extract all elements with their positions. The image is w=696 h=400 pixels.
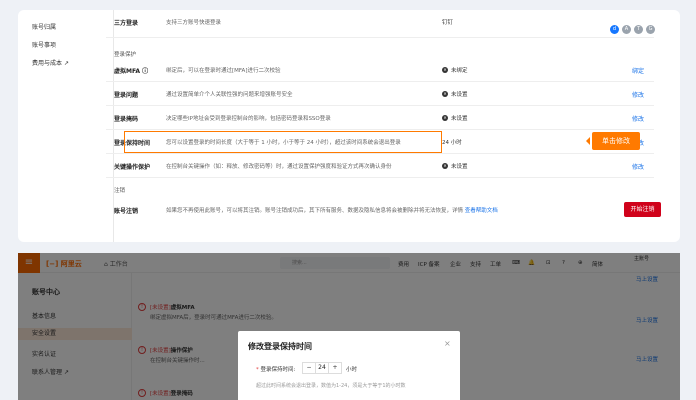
required-mark: * [256, 367, 259, 373]
help-doc-link[interactable]: 查看帮助文档 [465, 208, 498, 214]
section-login-protect: 登录保护 [114, 52, 137, 58]
section-logout: 注销 [114, 188, 126, 194]
left-nav: 账号归属 账号事项 费用与成本 ↗ [18, 10, 114, 242]
close-icon[interactable]: × [444, 339, 451, 348]
plus-icon[interactable]: + [329, 363, 341, 373]
login-question-edit-link[interactable]: 修改 [632, 90, 644, 99]
modal-title: 修改登录保持时间 [248, 342, 312, 351]
edit-login-time-modal: 修改登录保持时间 × * 登录保持时间: − 24 + 小时 超过此时间系统会退… [238, 331, 460, 400]
help-icon[interactable]: ⓘ [142, 68, 148, 75]
key-op-protect-status-text: 未设置 [451, 164, 468, 170]
dingtalk-icon[interactable]: d [610, 25, 619, 34]
nav-item-account-matters[interactable]: 账号事项 [32, 40, 56, 49]
login-mask-edit-link[interactable]: 修改 [632, 114, 644, 123]
nav-item-cost[interactable]: 费用与成本 ↗ [32, 58, 69, 67]
login-mask-status: ✕ 未设置 [442, 114, 468, 122]
minus-icon[interactable]: − [303, 363, 315, 373]
hours-unit: 小时 [346, 367, 358, 373]
login-question-label: 登录问题 [114, 92, 139, 99]
login-mask-desc: 决定哪些IP地址会受到登录控制台的影响，包括密码登录和SSO登录 [166, 116, 331, 122]
mfa-status: ✕ 未绑定 [442, 66, 468, 74]
account-cancel-desc: 如果您不再使用此账号，可以将其注销。账号注销成功后，其下所有服务、数据及隐私信息… [166, 206, 498, 214]
mfa-desc: 绑定后，可以在登录时通过[MFA]进行二次校验 [166, 68, 281, 74]
mfa-label: 虚拟MFA ⓘ [114, 66, 148, 75]
login-question-status-text: 未设置 [451, 92, 468, 98]
login-mask-status-text: 未设置 [451, 116, 468, 122]
login-question-desc: 通过设置简单介个人关联性强的问题来增强账号安全 [166, 92, 293, 98]
account-cancel-row: 账号注销 如果您不再使用此账号，可以将其注销。账号注销成功后，其下所有服务、数据… [106, 198, 654, 222]
key-op-protect-row: 关键操作保护 在控制台关键操作（如：释放、修改密码等）时，通过设置保护强度和验证… [106, 154, 654, 178]
hours-value[interactable]: 24 [315, 363, 329, 373]
start-cancel-button[interactable]: 开始注销 [624, 202, 661, 217]
third-party-icon-3[interactable]: T [634, 25, 643, 34]
key-op-protect-edit-link[interactable]: 修改 [632, 162, 644, 171]
field-hint: 超过此时间系统会退出登录，数值为1-24，须是大于等于1的小时数 [256, 383, 406, 389]
key-op-protect-desc: 在控制台关键操作（如：释放、修改密码等）时，通过设置保护强度和验证方式再次确认身… [166, 164, 392, 170]
mfa-bind-link[interactable]: 绑定 [632, 66, 644, 75]
third-party-icon-4[interactable]: G [646, 25, 655, 34]
mfa-status-text: 未绑定 [451, 68, 468, 74]
login-question-status: ✕ 未设置 [442, 90, 468, 98]
third-party-icon-2[interactable]: A [622, 25, 631, 34]
highlight-box [124, 131, 442, 153]
external-link-icon: ↗ [63, 60, 69, 67]
mfa-row: 虚拟MFA ⓘ 绑定后，可以在登录时通过[MFA]进行二次校验 ✕ 未绑定 绑定 [106, 58, 654, 82]
third-party-login-row: 三方登录 支持三方账号快速登录 钉钉 [106, 10, 654, 38]
hours-stepper[interactable]: − 24 + [302, 362, 342, 374]
key-op-protect-label: 关键操作保护 [114, 164, 151, 171]
login-question-row: 登录问题 通过设置简单介个人关联性强的问题来增强账号安全 ✕ 未设置 修改 [106, 82, 654, 106]
nav-item-account-owner[interactable]: 账号归属 [32, 22, 56, 31]
third-party-label: 三方登录 [114, 20, 139, 27]
account-cancel-desc-text: 如果您不再使用此账号，可以将其注销。账号注销成功后，其下所有服务、数据及隐私信息… [166, 208, 464, 214]
login-keep-time-status: 24 小时 [442, 140, 462, 146]
third-party-value: 钉钉 [442, 20, 454, 26]
nav-item-cost-label: 费用与成本 [32, 60, 63, 67]
callout-click-edit: 单击修改 [586, 132, 640, 150]
field-label-text: 登录保持时间: [260, 367, 296, 373]
close-circle-icon: ✕ [442, 91, 448, 97]
third-party-desc: 支持三方账号快速登录 [166, 20, 222, 26]
account-cancel-label: 账号注销 [114, 208, 139, 215]
close-circle-icon: ✕ [442, 115, 448, 121]
login-mask-row: 登录掩码 决定哪些IP地址会受到登录控制台的影响，包括密码登录和SSO登录 ✕ 未… [106, 106, 654, 130]
close-circle-icon: ✕ [442, 67, 448, 73]
login-mask-label: 登录掩码 [114, 116, 139, 123]
close-circle-icon: ✕ [442, 163, 448, 169]
console-screenshot: ≡ [−] 阿里云 ⌂ 工作台 搜索... 费用 ICP 备案 企业 支持 工单… [18, 253, 680, 400]
field-label: * 登录保持时间: [256, 365, 295, 373]
mfa-label-text: 虚拟MFA [114, 68, 141, 75]
key-op-protect-status: ✕ 未设置 [442, 162, 468, 170]
